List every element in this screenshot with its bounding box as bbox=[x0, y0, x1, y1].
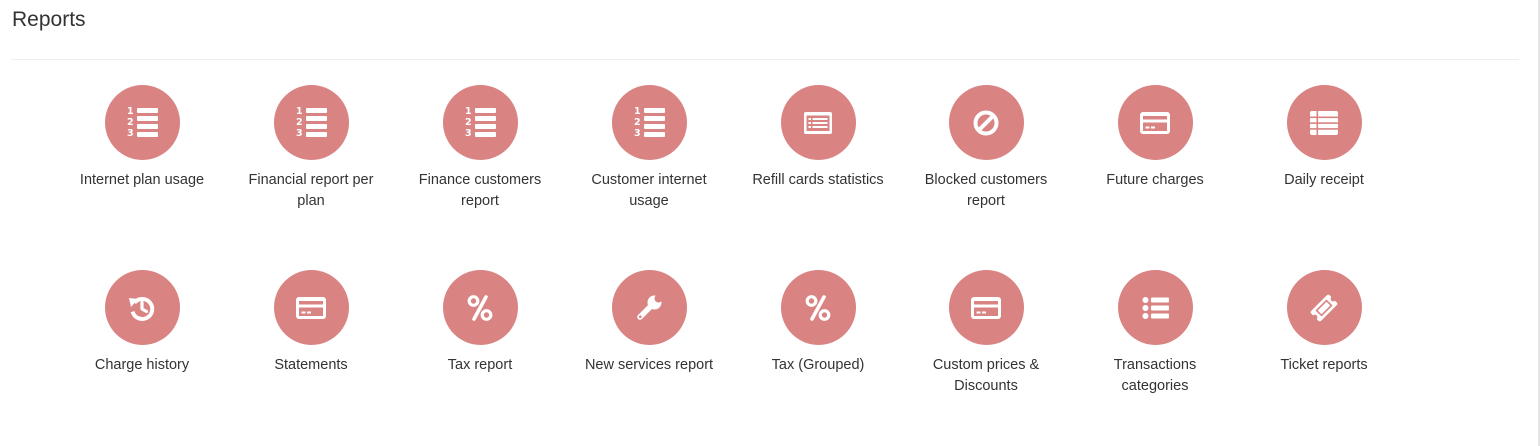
report-tile-statements[interactable]: Statements bbox=[236, 270, 386, 376]
ordered-list-icon[interactable]: 123 bbox=[273, 85, 349, 160]
report-label[interactable]: Blocked customers report bbox=[911, 170, 1061, 212]
svg-text:1: 1 bbox=[127, 106, 134, 117]
report-label[interactable]: Ticket reports bbox=[1249, 355, 1399, 376]
svg-text:3: 3 bbox=[634, 128, 641, 139]
report-tile-blocked-customers-report[interactable]: Blocked customers report bbox=[911, 85, 1061, 212]
ordered-list-icon[interactable]: 123 bbox=[442, 85, 518, 160]
list-ul-icon[interactable] bbox=[1117, 270, 1193, 345]
report-tile-transactions-categories[interactable]: Transactions categories bbox=[1080, 270, 1230, 397]
svg-text:2: 2 bbox=[127, 117, 134, 128]
report-tile-custom-prices-and-discounts[interactable]: Custom prices & Discounts bbox=[911, 270, 1061, 397]
ban-icon[interactable] bbox=[948, 85, 1024, 160]
report-tile-financial-report-per-plan[interactable]: 1 2 3 Financial report per plan bbox=[236, 85, 386, 212]
report-label[interactable]: Future charges bbox=[1080, 170, 1230, 191]
svg-text:2: 2 bbox=[634, 117, 641, 128]
report-tile-new-services-report[interactable]: New services report bbox=[574, 270, 724, 376]
report-label[interactable]: Finance customers report bbox=[405, 170, 555, 212]
svg-text:2: 2 bbox=[296, 117, 303, 128]
report-tile-finance-customers-report[interactable]: 1 2 3 Finance customers report bbox=[405, 85, 555, 212]
report-tile-future-charges[interactable]: Future charges bbox=[1080, 85, 1230, 191]
ticket-icon[interactable] bbox=[1286, 270, 1362, 345]
report-label[interactable]: Tax report bbox=[405, 355, 555, 376]
ordered-list-icon[interactable]: 123 bbox=[104, 85, 180, 160]
svg-text:3: 3 bbox=[127, 128, 134, 139]
wrench-icon[interactable] bbox=[611, 270, 687, 345]
report-label[interactable]: Customer internet usage bbox=[574, 170, 724, 212]
report-tile-charge-history[interactable]: Charge history bbox=[67, 270, 217, 376]
svg-text:1: 1 bbox=[465, 106, 472, 117]
history-icon[interactable] bbox=[104, 270, 180, 345]
report-tile-daily-receipt[interactable]: Daily receipt bbox=[1249, 85, 1399, 191]
credit-card-icon[interactable] bbox=[1117, 85, 1193, 160]
report-tile-internet-plan-usage[interactable]: 1 2 3 Internet plan usage bbox=[67, 85, 217, 191]
report-label[interactable]: Internet plan usage bbox=[67, 170, 217, 191]
credit-card-icon[interactable] bbox=[273, 270, 349, 345]
report-tile-ticket-reports[interactable]: Ticket reports bbox=[1249, 270, 1399, 376]
ordered-list-icon[interactable]: 123 bbox=[611, 85, 687, 160]
report-tile-tax-report[interactable]: Tax report bbox=[405, 270, 555, 376]
report-label[interactable]: Custom prices & Discounts bbox=[911, 355, 1061, 397]
svg-text:1: 1 bbox=[634, 106, 641, 117]
report-label[interactable]: Daily receipt bbox=[1249, 170, 1399, 191]
report-label[interactable]: Transactions categories bbox=[1080, 355, 1230, 397]
svg-text:1: 1 bbox=[296, 106, 303, 117]
percent-icon[interactable] bbox=[442, 270, 518, 345]
divider bbox=[11, 59, 1519, 60]
svg-text:2: 2 bbox=[465, 117, 472, 128]
report-tile-customer-internet-usage[interactable]: 1 2 3 Customer internet usage bbox=[574, 85, 724, 212]
svg-text:3: 3 bbox=[296, 128, 303, 139]
report-label[interactable]: Financial report per plan bbox=[236, 170, 386, 212]
page-title: Reports bbox=[12, 8, 86, 31]
svg-text:3: 3 bbox=[465, 128, 472, 139]
percent-icon[interactable] bbox=[780, 270, 856, 345]
report-label[interactable]: New services report bbox=[574, 355, 724, 376]
report-tile-refill-cards-statistics[interactable]: Refill cards statistics bbox=[743, 85, 893, 191]
list-alt-icon[interactable] bbox=[780, 85, 856, 160]
list-icon[interactable] bbox=[1286, 85, 1362, 160]
credit-card-icon[interactable] bbox=[948, 270, 1024, 345]
report-label[interactable]: Statements bbox=[236, 355, 386, 376]
report-tile-tax-grouped[interactable]: Tax (Grouped) bbox=[743, 270, 893, 376]
report-label[interactable]: Refill cards statistics bbox=[743, 170, 893, 191]
report-label[interactable]: Tax (Grouped) bbox=[743, 355, 893, 376]
report-label[interactable]: Charge history bbox=[67, 355, 217, 376]
